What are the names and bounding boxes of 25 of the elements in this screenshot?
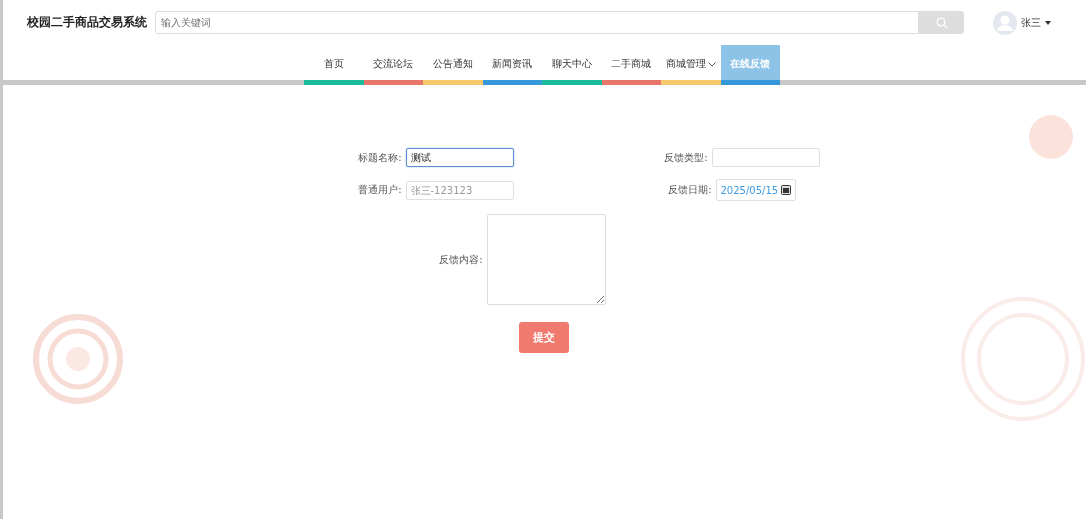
field-label: 普通用户: [357, 183, 402, 197]
field-label: 反馈类型: [663, 150, 708, 165]
nav-tab[interactable]: 聊天中心 [542, 45, 602, 85]
nav-tab[interactable]: 公告通知 [423, 45, 483, 85]
content-field[interactable] [486, 214, 606, 305]
search-icon [935, 16, 948, 29]
date-value: 2025/05/15 [720, 184, 779, 196]
field-label: 标题名称: [357, 150, 402, 165]
text-field[interactable] [711, 148, 820, 167]
search-button[interactable] [919, 11, 964, 34]
nav-tab[interactable]: 新闻资讯 [482, 45, 542, 85]
chevron-down-icon [707, 61, 716, 67]
caret-icon[interactable] [1045, 20, 1051, 25]
nav-tab[interactable]: 商城管理 [661, 45, 721, 85]
nav-tab[interactable]: 二手商城 [601, 45, 661, 85]
text-field[interactable]: 测试 [405, 148, 514, 167]
nav-tab[interactable]: 交流论坛 [363, 45, 423, 85]
nav-tab[interactable]: 首页 [304, 45, 364, 85]
calendar-icon[interactable] [780, 185, 791, 195]
site-title: 校园二手商品交易系统 [27, 14, 148, 31]
avatar-icon[interactable] [993, 10, 1017, 35]
user-name[interactable]: 张三 [1021, 15, 1041, 30]
field-label: 反馈日期: [667, 183, 712, 197]
search-field[interactable]: 输入关键词 [155, 11, 919, 34]
field-label: 反馈内容: [438, 252, 483, 267]
